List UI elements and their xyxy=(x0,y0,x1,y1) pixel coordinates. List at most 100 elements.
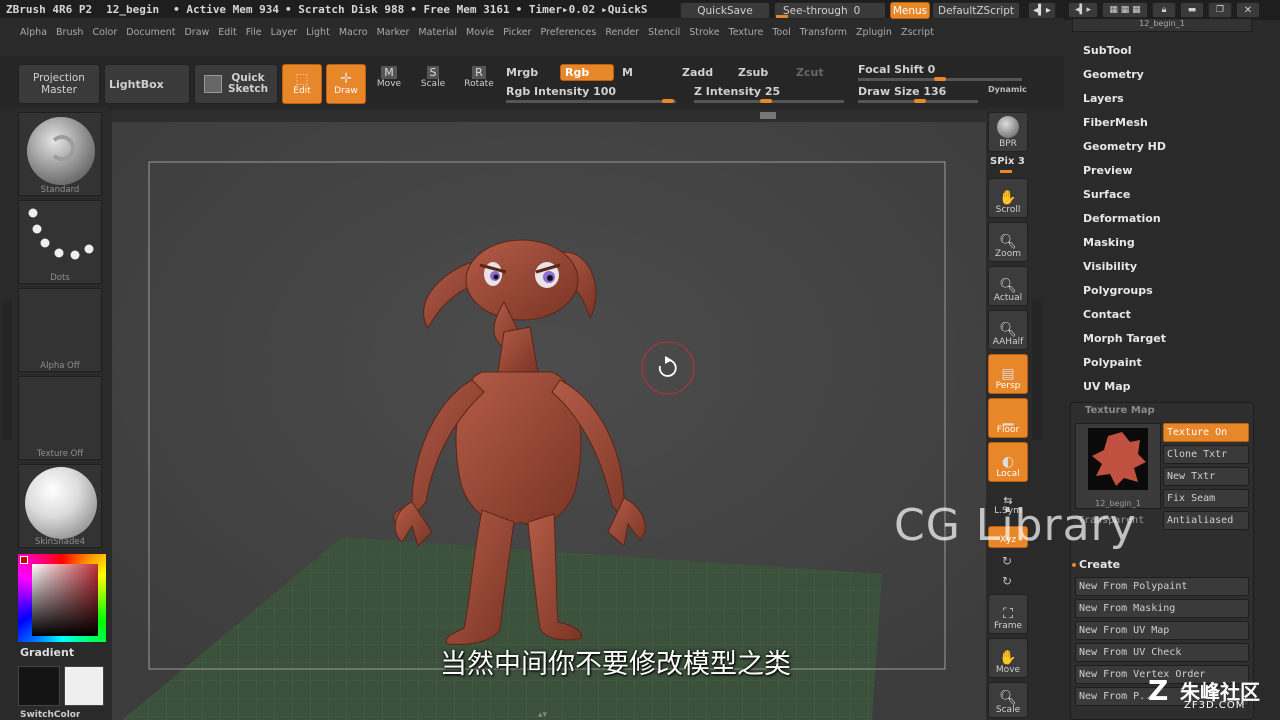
menu-zscript[interactable]: Zscript xyxy=(901,27,934,38)
aahalf-button[interactable]: 🔍︎ AAHalf xyxy=(988,310,1028,350)
document-canvas[interactable] xyxy=(112,122,986,720)
menu-stencil[interactable]: Stencil xyxy=(648,27,680,38)
scale-view-button[interactable]: 🔍︎ Scale xyxy=(988,682,1028,718)
menu-alpha[interactable]: Alpha xyxy=(20,27,47,38)
texture-selector[interactable]: Texture Off xyxy=(18,376,102,460)
quicksave-button[interactable]: QuickSave xyxy=(680,2,770,19)
edit-button[interactable]: ⬚ Edit xyxy=(282,64,322,104)
menu-texture[interactable]: Texture xyxy=(729,27,764,38)
bpr-button[interactable]: BPR xyxy=(988,112,1028,152)
palette-item-surface[interactable]: Surface xyxy=(1083,188,1130,201)
clone-txtr-button[interactable]: Clone Txtr xyxy=(1163,445,1249,464)
minimize-button[interactable]: ▬ xyxy=(1180,2,1204,18)
m-toggle[interactable]: M xyxy=(622,66,633,79)
focal-shift-slider[interactable]: Focal Shift 0 xyxy=(858,63,935,76)
rgb-intensity-slider[interactable]: Rgb Intensity 100 xyxy=(506,85,616,98)
default-zscript-button[interactable]: DefaultZScript xyxy=(932,2,1020,19)
scale-button[interactable]: S Scale xyxy=(416,66,450,102)
tool-name-field[interactable]: 12_begin_1 xyxy=(1072,18,1252,32)
persp-button[interactable]: ▤ Persp xyxy=(988,354,1028,394)
mrgb-toggle[interactable]: Mrgb xyxy=(506,66,538,79)
palette-item-geometry-hd[interactable]: Geometry HD xyxy=(1083,140,1166,153)
palette-item-polypaint[interactable]: Polypaint xyxy=(1083,356,1142,369)
rotate-y-icon[interactable]: ↻ xyxy=(1002,554,1012,568)
restore-button[interactable]: ❐ xyxy=(1208,2,1232,18)
menu-render[interactable]: Render xyxy=(605,27,639,38)
menu-marker[interactable]: Marker xyxy=(377,27,410,38)
texture-thumbnail[interactable]: 12_begin_1 xyxy=(1075,423,1161,509)
menu-picker[interactable]: Picker xyxy=(503,27,531,38)
menu-light[interactable]: Light xyxy=(306,27,330,38)
local-button[interactable]: ◐ Local xyxy=(988,442,1028,482)
brush-selector[interactable]: Standard xyxy=(18,112,102,196)
antialiased-toggle[interactable]: Antialiased xyxy=(1163,511,1249,530)
palette-lock-button[interactable]: 🔒︎ xyxy=(1152,2,1176,18)
palette-icons-button[interactable]: ▦ ▦ ▦ xyxy=(1102,2,1148,18)
menu-edit[interactable]: Edit xyxy=(218,27,236,38)
palette-item-preview[interactable]: Preview xyxy=(1083,164,1133,177)
zsub-toggle[interactable]: Zsub xyxy=(738,66,768,79)
palette-item-subtool[interactable]: SubTool xyxy=(1083,44,1132,57)
right-tray-collapse-handle[interactable] xyxy=(1032,300,1042,440)
tray-toggle-left-button[interactable]: ◂▍▸ xyxy=(1028,2,1056,19)
alpha-selector[interactable]: Alpha Off xyxy=(18,288,102,372)
left-tray-collapse-handle[interactable] xyxy=(2,300,12,440)
secondary-color-swatch[interactable] xyxy=(64,666,104,706)
menu-transform[interactable]: Transform xyxy=(800,27,847,38)
menus-button[interactable]: Menus xyxy=(890,2,930,19)
zoom-button[interactable]: 🔍︎ Zoom xyxy=(988,222,1028,262)
palette-item-layers[interactable]: Layers xyxy=(1083,92,1124,105)
floor-button[interactable]: ▁ Floor xyxy=(988,398,1028,438)
zadd-toggle[interactable]: Zadd xyxy=(682,66,713,79)
fix-seam-button[interactable]: Fix Seam xyxy=(1163,489,1249,508)
gradient-label[interactable]: Gradient xyxy=(20,646,74,659)
see-through-slider[interactable]: See-through 0 xyxy=(774,2,886,19)
create-item-button[interactable]: New From UV Check xyxy=(1075,643,1249,662)
menu-zplugin[interactable]: Zplugin xyxy=(856,27,892,38)
menu-movie[interactable]: Movie xyxy=(466,27,494,38)
rotate-button[interactable]: R Rotate xyxy=(460,66,498,102)
top-scroll-strip[interactable] xyxy=(112,110,986,122)
scroll-button[interactable]: ✋ Scroll xyxy=(988,178,1028,218)
rgb-toggle[interactable]: Rgb xyxy=(560,64,614,81)
menu-document[interactable]: Document xyxy=(126,27,175,38)
bottom-scroll-arrow-icon[interactable]: ▴▾ xyxy=(538,710,547,720)
menu-brush[interactable]: Brush xyxy=(56,27,83,38)
draw-size-slider[interactable]: Draw Size 136 xyxy=(858,85,946,98)
move-button[interactable]: M Move xyxy=(372,66,406,102)
spix-slider[interactable]: SPix 3 xyxy=(990,156,1025,167)
palette-item-masking[interactable]: Masking xyxy=(1083,236,1135,249)
palette-item-deformation[interactable]: Deformation xyxy=(1083,212,1161,225)
palette-item-visibility[interactable]: Visibility xyxy=(1083,260,1137,273)
close-button[interactable]: ✕ xyxy=(1236,2,1260,18)
lightbox-button[interactable]: LightBox xyxy=(104,64,190,104)
rgb-intensity-knob[interactable] xyxy=(662,99,674,103)
projection-master-button[interactable]: Projection Master xyxy=(18,64,100,104)
texture-on-button[interactable]: Texture On xyxy=(1163,423,1249,442)
palette-item-contact[interactable]: Contact xyxy=(1083,308,1131,321)
see-through-knob[interactable] xyxy=(776,15,788,18)
palette-item-uv-map[interactable]: UV Map xyxy=(1083,380,1131,393)
menu-draw[interactable]: Draw xyxy=(184,27,209,38)
quick-sketch-button[interactable]: Quick Sketch xyxy=(194,64,278,104)
color-square[interactable] xyxy=(32,564,98,636)
actual-button[interactable]: 🔍︎ Actual xyxy=(988,266,1028,306)
top-scroll-thumb[interactable] xyxy=(760,112,776,119)
frame-button[interactable]: ⛶ Frame xyxy=(988,594,1028,634)
main-color-swatch[interactable] xyxy=(18,666,60,706)
palette-item-polygroups[interactable]: Polygroups xyxy=(1083,284,1153,297)
stroke-selector[interactable]: Dots xyxy=(18,200,102,284)
menu-tool[interactable]: Tool xyxy=(772,27,790,38)
menu-material[interactable]: Material xyxy=(418,27,457,38)
texture-map-title[interactable]: Texture Map xyxy=(1085,405,1155,416)
create-section-title[interactable]: Create xyxy=(1079,558,1120,571)
menu-layer[interactable]: Layer xyxy=(271,27,298,38)
draw-button[interactable]: ✛ Draw xyxy=(326,64,366,104)
create-item-button[interactable]: New From Polypaint xyxy=(1075,577,1249,596)
menu-stroke[interactable]: Stroke xyxy=(689,27,719,38)
spix-knob[interactable] xyxy=(1000,170,1012,173)
z-intensity-knob[interactable] xyxy=(760,99,772,103)
menu-macro[interactable]: Macro xyxy=(339,27,368,38)
create-item-button[interactable]: New From Masking xyxy=(1075,599,1249,618)
rgb-intensity-track[interactable] xyxy=(506,100,676,103)
